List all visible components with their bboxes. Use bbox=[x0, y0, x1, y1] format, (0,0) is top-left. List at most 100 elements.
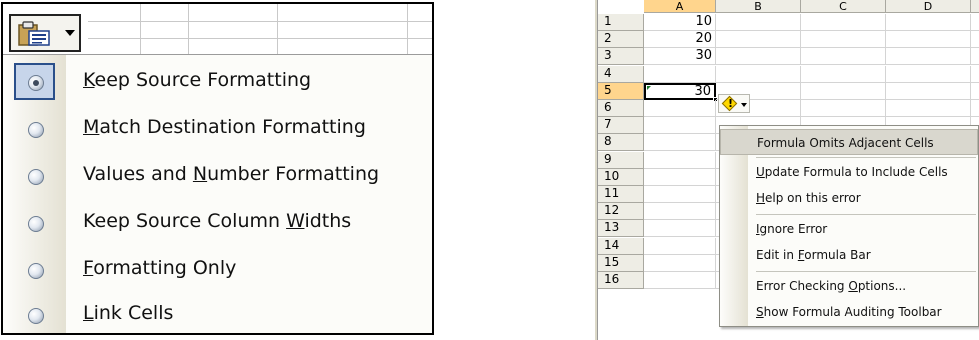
menu-item-label: Formula Omits Adjacent Cells bbox=[757, 136, 934, 150]
cell-value: 30 bbox=[694, 84, 711, 99]
cell[interactable] bbox=[644, 152, 716, 169]
cell[interactable] bbox=[644, 272, 716, 289]
row-header[interactable]: 14 bbox=[598, 238, 644, 255]
radio-unchecked-icon bbox=[28, 122, 44, 138]
menu-item-edit-in-formula-bar[interactable]: Edit in Formula Bar bbox=[720, 242, 978, 268]
cell[interactable] bbox=[971, 66, 979, 83]
row-header[interactable]: 2 bbox=[598, 31, 644, 48]
cell[interactable] bbox=[644, 186, 716, 203]
menu-item-label: Match Destination Formatting bbox=[83, 116, 366, 138]
row-header[interactable]: 6 bbox=[598, 100, 644, 117]
column-header-b[interactable]: B bbox=[716, 0, 801, 13]
cell[interactable]: 10 bbox=[644, 14, 716, 31]
cell[interactable] bbox=[644, 100, 716, 117]
error-options-button[interactable]: ! bbox=[718, 94, 750, 113]
cell[interactable] bbox=[886, 31, 971, 48]
menu-item-label: Keep Source Formatting bbox=[83, 69, 312, 91]
cell[interactable] bbox=[971, 48, 979, 65]
column-header-c[interactable]: C bbox=[801, 0, 886, 13]
error-options-menu: Formula Omits Adjacent Cells Update Form… bbox=[719, 125, 979, 327]
cell[interactable] bbox=[886, 14, 971, 31]
cell[interactable] bbox=[886, 100, 971, 117]
menu-item-label: Error Checking Options... bbox=[756, 279, 907, 293]
cell[interactable] bbox=[801, 100, 886, 117]
row-header[interactable]: 15 bbox=[598, 255, 644, 272]
row-header[interactable]: 10 bbox=[598, 169, 644, 186]
menu-item-label: Update Formula to Include Cells bbox=[756, 165, 948, 179]
menu-item-label: Help on this error bbox=[756, 191, 861, 205]
menu-item-values-and-number-formatting[interactable]: Values and Number Formatting bbox=[3, 152, 432, 199]
cell[interactable] bbox=[644, 220, 716, 237]
radio-unchecked-icon bbox=[28, 216, 44, 232]
cell[interactable] bbox=[801, 14, 886, 31]
cell[interactable] bbox=[801, 66, 886, 83]
cell[interactable] bbox=[971, 100, 979, 117]
row-header[interactable]: 8 bbox=[598, 134, 644, 151]
cell[interactable] bbox=[971, 14, 979, 31]
row-header[interactable]: 13 bbox=[598, 220, 644, 237]
menu-item-formula-omits-adjacent-cells[interactable]: Formula Omits Adjacent Cells bbox=[720, 129, 978, 155]
selection-box bbox=[14, 63, 55, 100]
cell[interactable] bbox=[886, 83, 971, 100]
clipboard-paste-icon bbox=[18, 21, 50, 46]
row-header[interactable]: 12 bbox=[598, 203, 644, 220]
cell[interactable] bbox=[716, 66, 801, 83]
cell[interactable]: 20 bbox=[644, 31, 716, 48]
cell[interactable] bbox=[644, 66, 716, 83]
row-header[interactable]: 7 bbox=[598, 117, 644, 134]
menu-item-keep-source-formatting[interactable]: Keep Source Formatting bbox=[3, 58, 432, 105]
spreadsheet-panel: A B C D 1 10 2 20 3 30 4 5 30 6 7 8 9 10 11 12 13 14 15 16 … bbox=[595, 0, 979, 340]
cell[interactable] bbox=[886, 66, 971, 83]
menu-item-update-formula[interactable]: Update Formula to Include Cells bbox=[720, 159, 978, 185]
exclamation-glyph: ! bbox=[727, 97, 734, 110]
cell[interactable] bbox=[716, 48, 801, 65]
paste-options-button[interactable] bbox=[9, 14, 81, 52]
row-header[interactable]: 5 bbox=[598, 83, 644, 100]
row-header[interactable]: 11 bbox=[598, 186, 644, 203]
row-header[interactable]: 16 bbox=[598, 272, 644, 289]
active-cell[interactable]: 30 bbox=[644, 83, 718, 102]
menu-item-label: Formatting Only bbox=[83, 257, 237, 279]
error-indicator-icon bbox=[647, 86, 651, 90]
menu-item-help-on-error[interactable]: Help on this error bbox=[720, 185, 978, 211]
cell[interactable] bbox=[644, 169, 716, 186]
cell[interactable] bbox=[644, 255, 716, 272]
row-header[interactable]: 4 bbox=[598, 66, 644, 83]
cell[interactable]: 30 bbox=[644, 48, 716, 65]
row-header[interactable]: 3 bbox=[598, 48, 644, 65]
cell[interactable] bbox=[716, 14, 801, 31]
row-header[interactable]: 9 bbox=[598, 152, 644, 169]
cell[interactable] bbox=[644, 203, 716, 220]
menu-item-show-formula-auditing-toolbar[interactable]: Show Formula Auditing Toolbar bbox=[720, 299, 978, 325]
cell[interactable] bbox=[971, 83, 979, 100]
column-header-a[interactable]: A bbox=[644, 0, 716, 13]
cell[interactable] bbox=[644, 134, 716, 151]
menu-item-label: Link Cells bbox=[83, 302, 174, 324]
column-header-e[interactable] bbox=[971, 0, 979, 13]
cell[interactable] bbox=[971, 31, 979, 48]
cell[interactable] bbox=[801, 48, 886, 65]
menu-item-label: Ignore Error bbox=[756, 222, 828, 236]
column-header-d[interactable]: D bbox=[886, 0, 971, 13]
menu-item-ignore-error[interactable]: Ignore Error bbox=[720, 216, 978, 242]
cell[interactable] bbox=[801, 83, 886, 100]
radio-checked-icon bbox=[28, 75, 44, 91]
chevron-down-icon bbox=[741, 103, 747, 107]
cell[interactable] bbox=[716, 31, 801, 48]
row-header[interactable]: 1 bbox=[598, 14, 644, 31]
menu-item-match-destination-formatting[interactable]: Match Destination Formatting bbox=[3, 105, 432, 152]
radio-unchecked-icon bbox=[28, 308, 44, 324]
cell[interactable] bbox=[644, 117, 716, 134]
chevron-down-icon bbox=[65, 30, 75, 36]
column-headers: A B C D bbox=[595, 0, 979, 13]
cell[interactable] bbox=[801, 31, 886, 48]
menu-item-label: Show Formula Auditing Toolbar bbox=[756, 305, 942, 319]
menu-item-error-checking-options[interactable]: Error Checking Options... bbox=[720, 273, 978, 299]
cell[interactable] bbox=[644, 238, 716, 255]
cell[interactable] bbox=[886, 48, 971, 65]
menu-item-keep-source-column-widths[interactable]: Keep Source Column Widths bbox=[3, 199, 432, 246]
radio-unchecked-icon bbox=[28, 169, 44, 185]
menu-item-link-cells[interactable]: Link Cells bbox=[3, 291, 432, 333]
menu-item-label: Keep Source Column Widths bbox=[83, 210, 352, 232]
menu-item-formatting-only[interactable]: Formatting Only bbox=[3, 246, 432, 293]
